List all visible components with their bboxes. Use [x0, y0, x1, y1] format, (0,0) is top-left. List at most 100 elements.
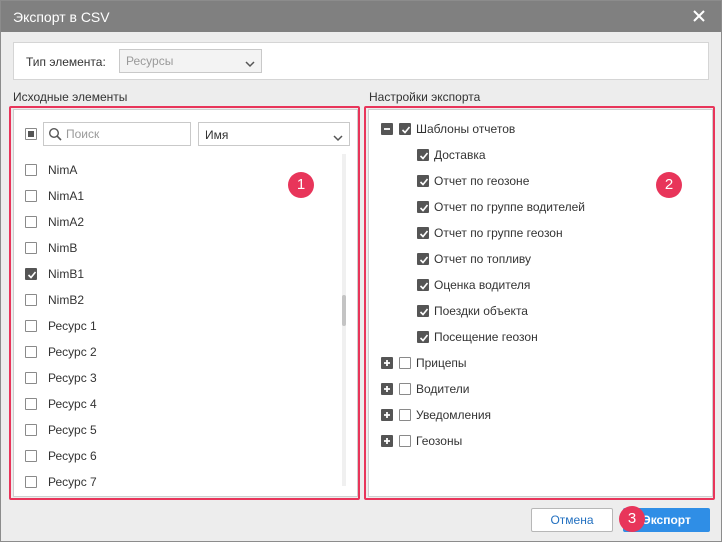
group-label: Прицепы: [416, 356, 467, 370]
tree-child-item[interactable]: Отчет по группе геозон: [411, 222, 722, 244]
item-checkbox[interactable]: [25, 424, 37, 436]
item-label: Ресурс 5: [48, 423, 97, 437]
search-box: [43, 122, 191, 146]
element-type-select[interactable]: Ресурсы: [119, 49, 262, 73]
tree-child-item[interactable]: Отчет по группе водителей: [411, 196, 722, 218]
collapse-icon[interactable]: [381, 123, 393, 135]
tree-child-item[interactable]: Оценка водителя: [411, 274, 722, 296]
tree-child-item[interactable]: Поездки объекта: [411, 300, 722, 322]
item-checkbox[interactable]: [25, 398, 37, 410]
export-settings-label: Настройки экспорта: [369, 90, 481, 104]
child-label: Посещение геозон: [434, 330, 538, 344]
list-item[interactable]: Ресурс 3: [21, 367, 321, 389]
item-checkbox[interactable]: [25, 190, 37, 202]
annotation-badge-2: 2: [656, 172, 682, 198]
list-item[interactable]: NimA: [21, 159, 321, 181]
child-label: Доставка: [434, 148, 486, 162]
item-label: Ресурс 2: [48, 345, 97, 359]
list-item[interactable]: NimB1: [21, 263, 321, 285]
item-label: NimA1: [48, 189, 85, 203]
child-checkbox[interactable]: [417, 253, 429, 265]
item-checkbox[interactable]: [25, 372, 37, 384]
group-label: Водители: [416, 382, 470, 396]
item-label: NimA: [48, 163, 78, 177]
child-label: Отчет по геозоне: [434, 174, 530, 188]
child-label: Оценка водителя: [434, 278, 531, 292]
list-item[interactable]: Ресурс 4: [21, 393, 321, 415]
item-checkbox[interactable]: [25, 216, 37, 228]
list-item[interactable]: Ресурс 5: [21, 419, 321, 441]
title-bar: Экспорт в CSV: [1, 1, 721, 32]
search-icon: [48, 127, 62, 144]
group-label: Геозоны: [416, 434, 463, 448]
list-item[interactable]: Ресурс 2: [21, 341, 321, 363]
group-checkbox[interactable]: [399, 357, 411, 369]
item-checkbox[interactable]: [25, 164, 37, 176]
item-checkbox[interactable]: [25, 294, 37, 306]
group-checkbox[interactable]: [399, 409, 411, 421]
list-item[interactable]: Ресурс 6: [21, 445, 321, 467]
item-label: NimA2: [48, 215, 85, 229]
list-item[interactable]: Ресурс 1: [21, 315, 321, 337]
group-checkbox[interactable]: [399, 383, 411, 395]
tree-child-item[interactable]: Отчет по топливу: [411, 248, 722, 270]
item-label: NimB1: [48, 267, 85, 281]
chevron-down-icon: [333, 131, 343, 145]
child-label: Отчет по группе геозон: [434, 226, 563, 240]
group-label: Шаблоны отчетов: [416, 122, 516, 136]
expand-icon[interactable]: [381, 409, 393, 421]
group-checkbox[interactable]: [399, 123, 411, 135]
child-checkbox[interactable]: [417, 305, 429, 317]
tree-group-item[interactable]: Шаблоны отчетов: [379, 118, 699, 140]
scrollbar-thumb[interactable]: [342, 295, 346, 326]
item-label: NimB2: [48, 293, 85, 307]
item-label: Ресурс 7: [48, 475, 97, 489]
cancel-button[interactable]: Отмена: [531, 508, 613, 532]
child-checkbox[interactable]: [417, 279, 429, 291]
item-label: Ресурс 1: [48, 319, 97, 333]
item-checkbox[interactable]: [25, 346, 37, 358]
child-checkbox[interactable]: [417, 175, 429, 187]
tree-group-item[interactable]: Прицепы: [379, 352, 699, 374]
list-item[interactable]: NimA2: [21, 211, 321, 233]
select-all-checkbox[interactable]: [25, 128, 37, 140]
expand-icon[interactable]: [381, 357, 393, 369]
close-icon[interactable]: [689, 6, 709, 26]
dialog-title: Экспорт в CSV: [13, 9, 110, 25]
item-checkbox[interactable]: [25, 242, 37, 254]
tree-child-item[interactable]: Доставка: [411, 144, 722, 166]
child-checkbox[interactable]: [417, 227, 429, 239]
tree-group-item[interactable]: Уведомления: [379, 404, 699, 426]
annotation-badge-1: 1: [288, 172, 314, 198]
child-checkbox[interactable]: [417, 201, 429, 213]
list-item[interactable]: NimB: [21, 237, 321, 259]
child-label: Отчет по топливу: [434, 252, 532, 266]
expand-icon[interactable]: [381, 383, 393, 395]
sort-select[interactable]: Имя: [198, 122, 350, 146]
tree-group-item[interactable]: Водители: [379, 378, 699, 400]
list-item[interactable]: NimA1: [21, 185, 321, 207]
search-input[interactable]: [66, 126, 186, 142]
item-checkbox[interactable]: [25, 450, 37, 462]
source-elements-label: Исходные элементы: [13, 90, 128, 104]
item-checkbox[interactable]: [25, 476, 37, 488]
tree-child-item[interactable]: Посещение геозон: [411, 326, 722, 348]
item-checkbox[interactable]: [25, 268, 37, 280]
item-label: Ресурс 4: [48, 397, 97, 411]
child-checkbox[interactable]: [417, 149, 429, 161]
expand-icon[interactable]: [381, 435, 393, 447]
item-label: Ресурс 6: [48, 449, 97, 463]
export-button-label: Экспорт: [642, 513, 691, 527]
child-label: Отчет по группе водителей: [434, 200, 585, 214]
sort-value: Имя: [205, 128, 229, 142]
export-csv-dialog: Экспорт в CSV Тип элемента: Ресурсы Исхо…: [0, 0, 722, 542]
child-checkbox[interactable]: [417, 331, 429, 343]
list-item[interactable]: NimB2: [21, 289, 321, 311]
child-label: Поездки объекта: [434, 304, 528, 318]
list-item[interactable]: Ресурс 7: [21, 471, 321, 493]
group-checkbox[interactable]: [399, 435, 411, 447]
item-checkbox[interactable]: [25, 320, 37, 332]
tree-group-item[interactable]: Геозоны: [379, 430, 699, 452]
annotation-badge-3: 3: [619, 506, 645, 532]
element-type-value: Ресурсы: [126, 54, 174, 68]
